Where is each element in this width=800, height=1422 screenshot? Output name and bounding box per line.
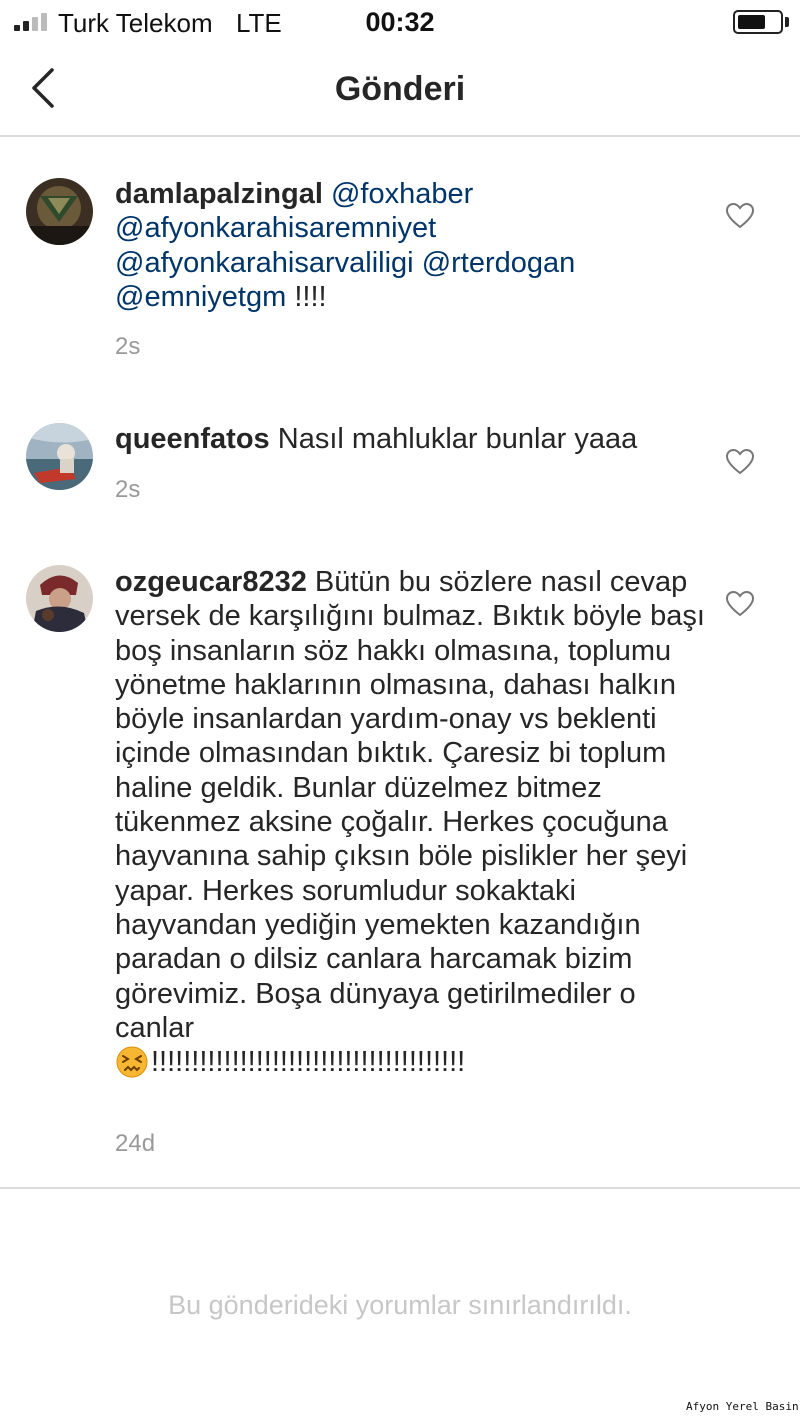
comment-body: Nasıl mahluklar bunlar yaaa	[277, 423, 638, 455]
mention-link[interactable]: @afyonkarahisarvaliligi	[115, 247, 414, 279]
page-title: Gönderi	[334, 70, 466, 108]
comments-restricted-notice: Bu gönderideki yorumlar sınırlandırıldı.	[168, 1290, 632, 1320]
comment-text: ozgeucar8232 Bütün bu sözlere nasıl ceva…	[115, 565, 705, 1079]
like-button[interactable]	[725, 448, 755, 475]
section-divider	[0, 1187, 800, 1189]
status-time: 00:32	[365, 7, 435, 37]
battery-icon	[733, 10, 783, 34]
battery-tip	[785, 17, 789, 27]
comment-time: 24d	[115, 1130, 156, 1157]
comment-username[interactable]: ozgeucar8232	[115, 566, 307, 598]
heart-icon	[725, 448, 755, 475]
comment-text: queenfatos Nasıl mahluklar bunlar yaaa	[115, 422, 705, 456]
text-fragment: !!!!	[286, 280, 327, 313]
heart-icon	[725, 202, 755, 229]
watermark: Afyon Yerel Basin	[686, 1400, 799, 1413]
comment-text: damlapalzingal @foxhaber @afyonkarahisar…	[115, 177, 705, 314]
mention-link[interactable]: @foxhaber	[331, 178, 473, 210]
heart-icon	[725, 590, 755, 617]
comment-username[interactable]: queenfatos	[115, 423, 270, 455]
status-bar: Turk Telekom LTE 00:32	[0, 0, 800, 44]
mention-link[interactable]: @emniyetgm	[115, 281, 286, 313]
persevering-face-emoji	[115, 1045, 149, 1079]
like-button[interactable]	[725, 202, 755, 229]
comment-username[interactable]: damlapalzingal	[115, 178, 323, 210]
user-avatar-icon[interactable]	[26, 423, 93, 490]
comment-exclamations: !!!!!!!!!!!!!!!!!!!!!!!!!!!!!!!!!!!!!!!	[151, 1046, 466, 1079]
nav-header: Gönderi	[0, 44, 800, 137]
comment-time: 2s	[115, 476, 141, 503]
mention-link[interactable]: @afyonkarahisaremniyet	[115, 212, 436, 244]
comment-time: 2s	[115, 333, 141, 360]
user-avatar-icon[interactable]	[26, 178, 93, 245]
user-avatar-icon[interactable]	[26, 565, 93, 632]
like-button[interactable]	[725, 590, 755, 617]
comment-body: Bütün bu sözlere nasıl cevap versek de k…	[115, 566, 705, 1044]
mention-link[interactable]: @rterdogan	[422, 247, 576, 279]
text-fragment	[414, 247, 422, 279]
